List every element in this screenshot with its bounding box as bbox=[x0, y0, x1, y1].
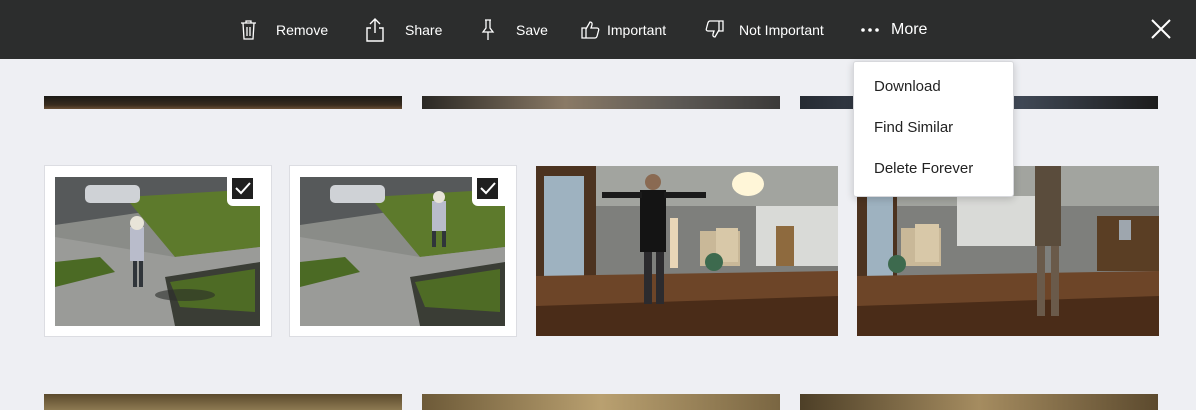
thumbnail-image[interactable] bbox=[422, 96, 780, 109]
important-label: Important bbox=[607, 21, 667, 38]
more-label: More bbox=[891, 20, 928, 38]
thumbnail-image[interactable] bbox=[422, 394, 780, 410]
thumbnail-image[interactable] bbox=[44, 394, 402, 410]
not-important-button[interactable]: Not Important bbox=[705, 0, 824, 59]
menu-item-find-similar[interactable]: Find Similar bbox=[854, 108, 1013, 148]
remove-button[interactable]: Remove bbox=[240, 0, 328, 59]
thumbs-down-icon bbox=[705, 20, 724, 38]
selected-thumbnail-card[interactable] bbox=[290, 166, 516, 336]
thumbs-up-icon bbox=[581, 21, 600, 39]
menu-item-download[interactable]: Download bbox=[854, 67, 1013, 107]
share-icon bbox=[366, 17, 384, 42]
checkmark-icon bbox=[235, 182, 251, 195]
close-icon[interactable] bbox=[1150, 18, 1172, 40]
selected-thumbnail-card[interactable] bbox=[45, 166, 271, 336]
more-button[interactable]: More bbox=[861, 0, 927, 59]
save-label: Save bbox=[516, 21, 548, 38]
action-toolbar: Remove Share Save Important Not Importan… bbox=[0, 0, 1196, 59]
remove-label: Remove bbox=[276, 21, 329, 38]
thumbnail-image[interactable] bbox=[44, 96, 402, 109]
trash-icon bbox=[241, 20, 256, 40]
not-important-label: Not Important bbox=[739, 21, 824, 38]
ellipsis-icon bbox=[861, 27, 879, 32]
save-button[interactable]: Save bbox=[481, 0, 548, 59]
pin-icon bbox=[481, 18, 495, 40]
selected-checkbox[interactable] bbox=[227, 173, 261, 206]
more-dropdown-menu: Download Find Similar Delete Forever bbox=[853, 61, 1014, 197]
menu-item-delete-forever[interactable]: Delete Forever bbox=[854, 149, 1013, 189]
share-button[interactable]: Share bbox=[366, 0, 442, 59]
thumbnail-image[interactable] bbox=[800, 394, 1158, 410]
important-button[interactable]: Important bbox=[581, 0, 666, 59]
thumbnail-image[interactable] bbox=[536, 166, 838, 336]
share-label: Share bbox=[405, 21, 443, 38]
selected-checkbox[interactable] bbox=[472, 173, 506, 206]
checkmark-icon bbox=[480, 182, 496, 195]
